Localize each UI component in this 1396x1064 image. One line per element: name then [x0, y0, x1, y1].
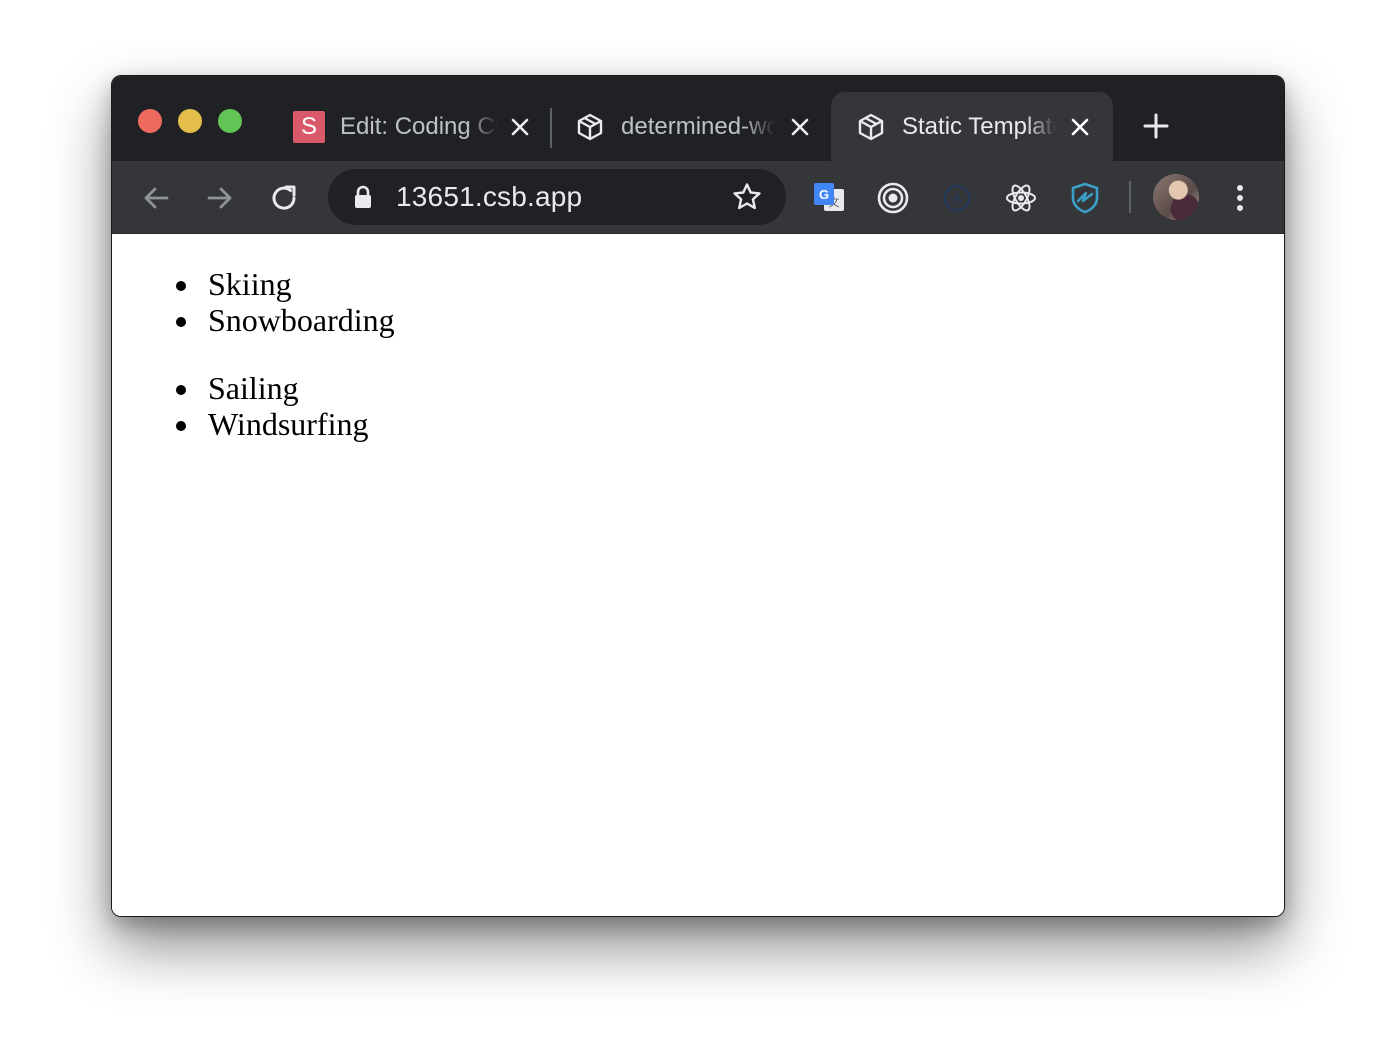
list-item: Windsurfing	[172, 406, 368, 442]
new-tab-icon[interactable]	[1141, 111, 1171, 141]
profile-avatar[interactable]	[1153, 174, 1199, 220]
tab-strip: S Edit: Coding Cheatsheet determined-woo…	[112, 76, 1284, 161]
close-icon[interactable]	[787, 114, 813, 140]
toolbar: 13651.csb.app 文 G	[112, 161, 1284, 234]
tab-title: determined-wood	[621, 113, 775, 140]
close-icon[interactable]	[507, 114, 533, 140]
list-item: Sailing	[172, 370, 368, 406]
lock-icon[interactable]	[352, 185, 374, 209]
toolbar-divider	[1129, 181, 1131, 213]
close-window-button[interactable]	[138, 109, 162, 133]
tab-determined-wood[interactable]: determined-wood	[558, 92, 828, 161]
browser-window: S Edit: Coding Cheatsheet determined-woo…	[111, 75, 1285, 917]
google-translate-icon[interactable]: 文 G	[812, 181, 846, 215]
reload-icon[interactable]	[267, 181, 301, 215]
url-text[interactable]: 13651.csb.app	[396, 169, 582, 225]
codesandbox-icon	[855, 111, 887, 143]
list: Skiing Snowboarding	[172, 266, 395, 338]
maximize-window-button[interactable]	[218, 109, 242, 133]
minimize-window-button[interactable]	[178, 109, 202, 133]
tab-title: Static Template	[902, 113, 1056, 140]
tab-separator	[550, 108, 552, 148]
codesandbox-icon	[574, 111, 606, 143]
svg-text:G: G	[819, 187, 829, 202]
target-icon[interactable]	[876, 181, 910, 215]
react-icon[interactable]	[1004, 181, 1038, 215]
address-bar[interactable]: 13651.csb.app	[328, 169, 786, 225]
svg-text:A: A	[952, 190, 962, 206]
list: Sailing Windsurfing	[172, 370, 368, 442]
bookmark-star-icon[interactable]	[732, 182, 762, 212]
list-item: Snowboarding	[172, 302, 395, 338]
page-content: Skiing Snowboarding Sailing Windsurfing	[112, 234, 1284, 916]
list-item: Skiing	[172, 266, 395, 302]
shield-icon[interactable]	[1068, 181, 1102, 215]
s-icon: S	[293, 111, 325, 143]
forward-arrow-icon[interactable]	[203, 181, 237, 215]
a-circle-icon[interactable]: A	[940, 181, 974, 215]
tab-edit-coding[interactable]: S Edit: Coding Cheatsheet	[277, 92, 547, 161]
tab-static-template[interactable]: Static Template	[831, 92, 1113, 161]
menu-kebab-icon[interactable]	[1223, 181, 1257, 215]
tab-title: Edit: Coding Cheatsheet	[340, 113, 498, 140]
close-icon[interactable]	[1067, 114, 1093, 140]
back-arrow-icon[interactable]	[139, 181, 173, 215]
